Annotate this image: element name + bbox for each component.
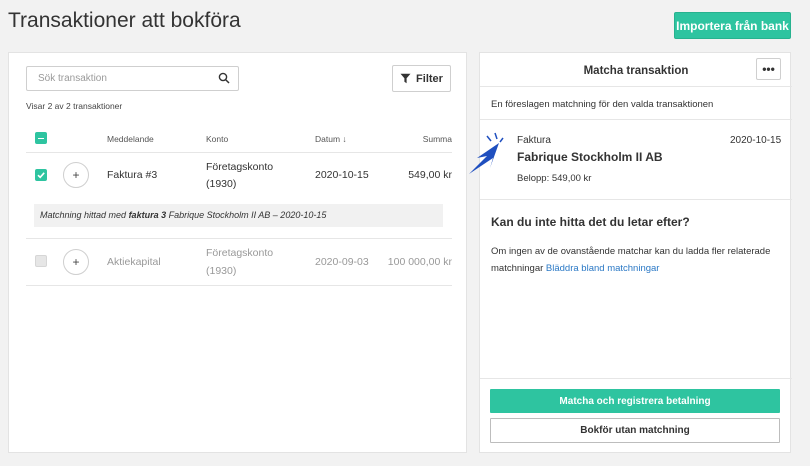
row-sum: 549,00 kr [408,169,452,181]
match-found-info: Matchning hittad med faktura 3 Fabrique … [34,204,443,227]
check-icon [37,172,45,179]
transaction-count: Visar 2 av 2 transaktioner [26,101,123,111]
row-message: Faktura #3 [107,169,158,181]
help-title: Kan du inte hitta det du letar efter? [491,215,690,229]
panel-divider [480,378,792,379]
column-sum[interactable]: Summa [423,134,452,144]
table-header: Meddelande Konto Datum ↓ Summa [26,129,452,153]
plus-icon: + [72,255,80,269]
match-info-rest: Fabrique Stockholm II AB – 2020-10-15 [166,210,327,220]
match-amount: Belopp: 549,00 kr [517,173,592,184]
search-input[interactable] [27,67,207,90]
search-box [26,66,239,91]
row-date: 2020-09-03 [315,256,369,268]
row-account-number: (1930) [206,265,237,277]
add-button[interactable]: + [63,162,89,188]
match-and-register-button[interactable]: Matcha och registrera betalning [490,389,780,413]
match-type: Faktura [517,135,551,146]
row-message: Aktiekapital [107,256,161,268]
row-checkbox[interactable] [35,255,47,267]
filter-icon [400,73,411,84]
indeterminate-dash-icon [38,137,44,139]
more-icon: ••• [762,62,775,76]
row-divider [26,285,452,286]
match-panel-title: Matcha transaktion [583,65,689,77]
row-date: 2020-10-15 [315,169,369,181]
match-info-invoice: faktura 3 [128,210,167,220]
page-title: Transaktioner att bokföra [8,9,241,32]
arrow-cursor-icon [469,132,504,174]
column-date[interactable]: Datum ↓ [315,134,347,144]
select-all-checkbox[interactable] [35,132,47,144]
add-button[interactable]: + [63,249,89,275]
row-checkbox[interactable] [35,169,47,181]
match-info-prefix: Matchning hittad med [40,210,129,220]
panel-divider [480,119,792,120]
column-message[interactable]: Meddelande [107,134,154,144]
row-account-number: (1930) [206,178,237,190]
transactions-panel: Filter Visar 2 av 2 transaktioner Meddel… [8,52,467,453]
search-icon[interactable] [218,72,230,84]
help-text: Om ingen av de ovanstående matchar kan d… [491,243,781,277]
browse-matches-link[interactable]: Bläddra bland matchningar [546,263,660,274]
row-account-name: Företagskonto [206,161,274,173]
suggested-match-text: En föreslagen matchning för den valda tr… [491,99,714,110]
table-row[interactable]: + Faktura #3 Företagskonto (1930) 2020-1… [26,154,452,200]
panel-divider [480,86,792,87]
column-account[interactable]: Konto [206,134,228,144]
row-account-name: Företagskonto [206,247,274,259]
filter-label: Filter [416,72,443,85]
row-sum: 100 000,00 kr [387,256,452,268]
match-name[interactable]: Fabrique Stockholm II AB [517,150,663,164]
plus-icon: + [72,168,80,182]
more-options-button[interactable]: ••• [756,58,781,80]
book-without-match-button[interactable]: Bokför utan matchning [490,418,780,443]
filter-button[interactable]: Filter [392,65,451,92]
import-from-bank-button[interactable]: Importera från bank [674,12,791,39]
table-row[interactable]: + Aktiekapital Företagskonto (1930) 2020… [26,239,452,285]
match-date: 2020-10-15 [730,135,782,146]
match-panel: Matcha transaktion ••• En föreslagen mat… [479,52,792,453]
panel-divider [480,199,792,200]
